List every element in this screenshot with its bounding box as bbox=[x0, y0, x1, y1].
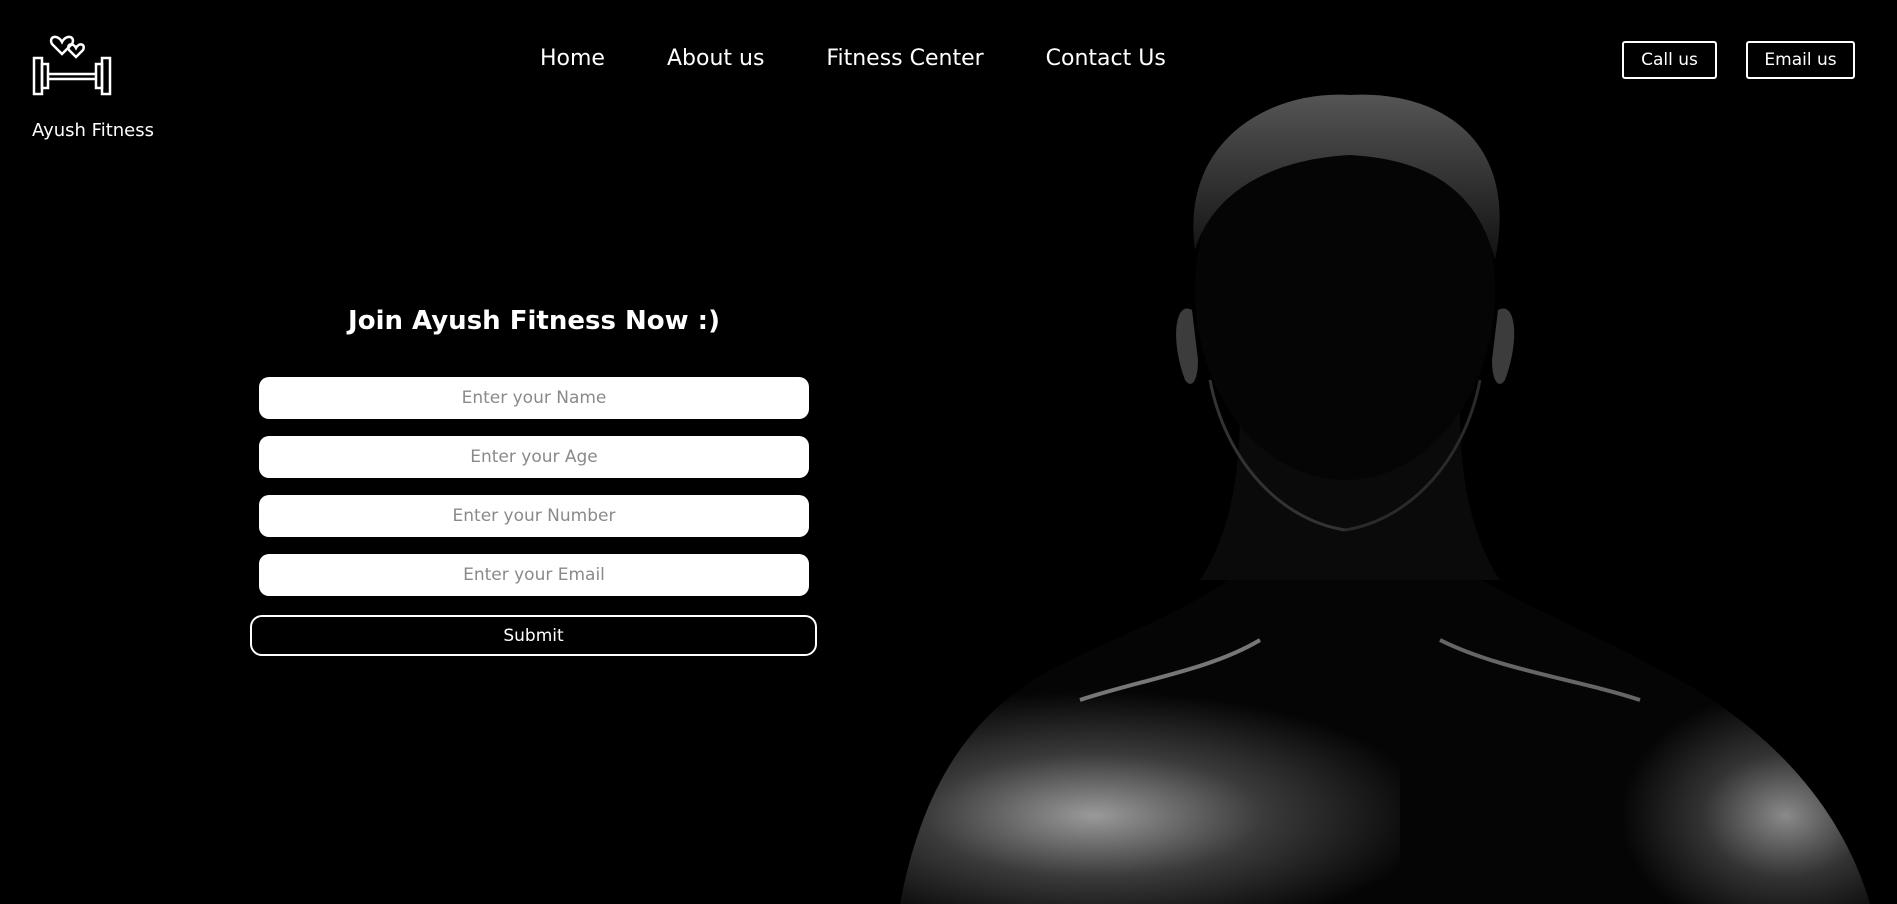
brand-name: Ayush Fitness bbox=[32, 120, 155, 141]
nav-fitness-center[interactable]: Fitness Center bbox=[826, 46, 983, 71]
form-title: Join Ayush Fitness Now :) bbox=[348, 306, 720, 336]
number-field[interactable] bbox=[259, 495, 809, 537]
nav-home[interactable]: Home bbox=[540, 46, 605, 71]
submit-button[interactable]: Submit bbox=[250, 615, 817, 656]
nav-about-us[interactable]: About us bbox=[667, 46, 764, 71]
name-field[interactable] bbox=[259, 377, 809, 419]
call-us-button[interactable]: Call us bbox=[1622, 41, 1717, 79]
hero-image bbox=[900, 94, 1870, 904]
page: Ayush Fitness Home About us Fitness Cent… bbox=[0, 0, 1897, 904]
age-field[interactable] bbox=[259, 436, 809, 478]
nav-contact-us[interactable]: Contact Us bbox=[1046, 46, 1166, 71]
email-us-button[interactable]: Email us bbox=[1746, 41, 1855, 79]
email-field[interactable] bbox=[259, 554, 809, 596]
logo[interactable] bbox=[30, 28, 170, 98]
dumbbell-hearts-icon bbox=[32, 35, 112, 96]
main-nav: Home About us Fitness Center Contact Us bbox=[540, 46, 1166, 71]
